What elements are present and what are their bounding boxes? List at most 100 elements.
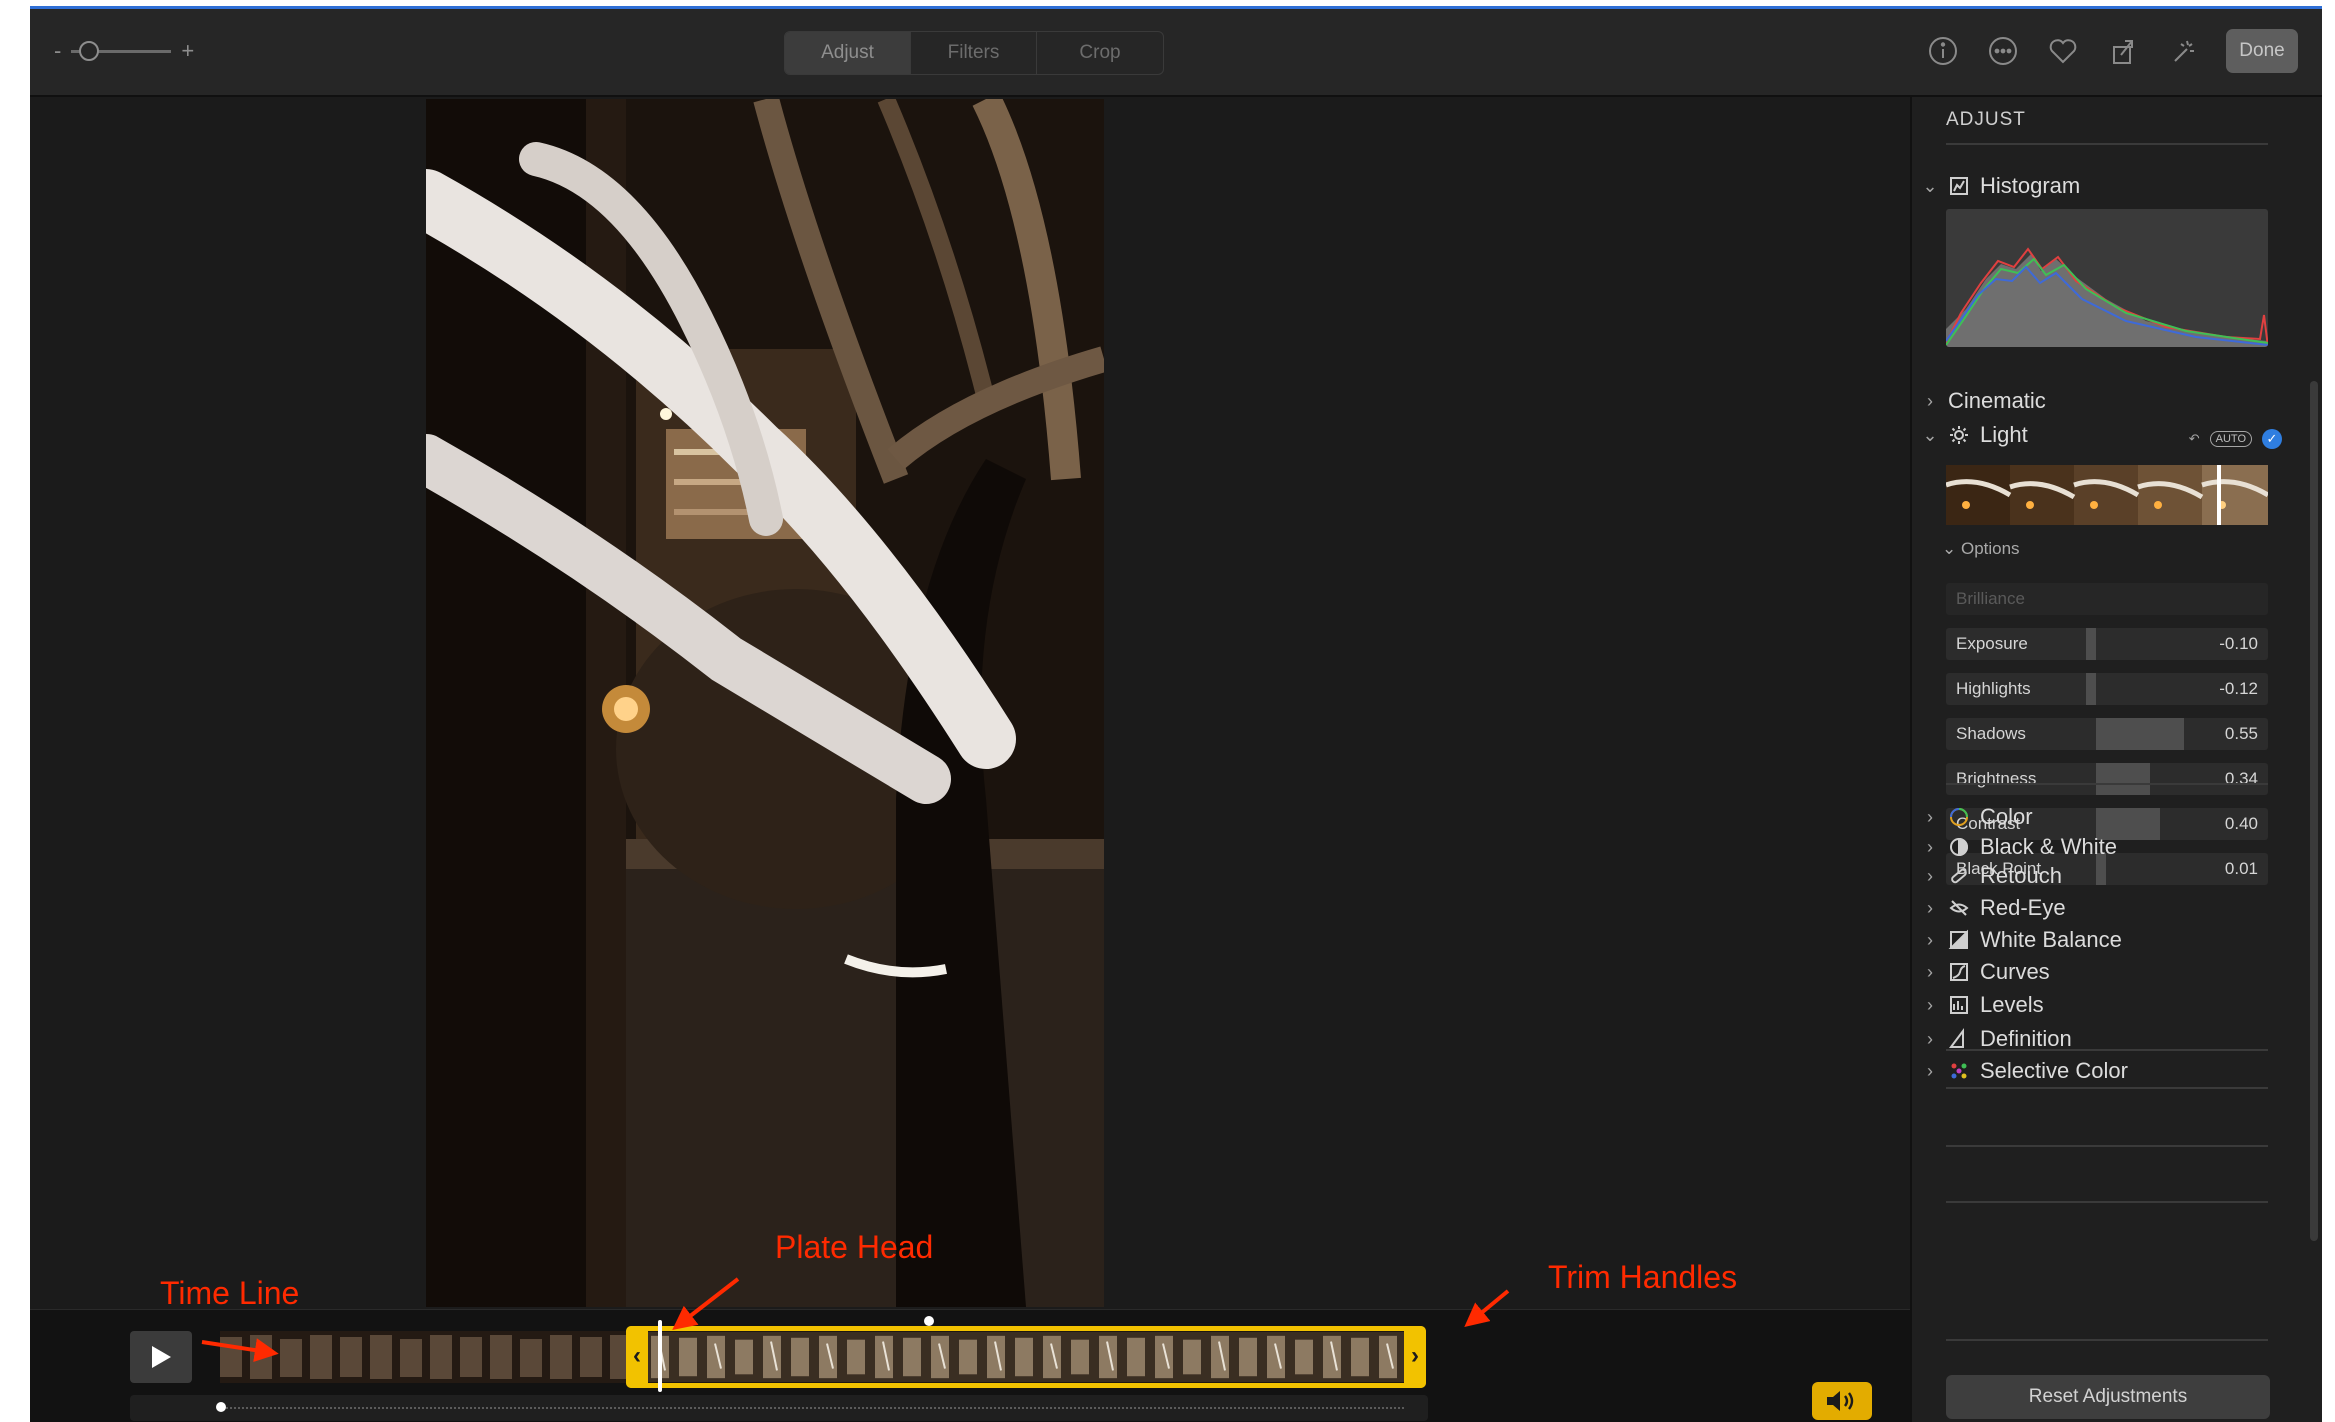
slider-exposure[interactable]: Exposure -0.10 <box>1946 628 2268 660</box>
slider-value: -0.10 <box>2219 634 2258 653</box>
trim-selection[interactable]: ‹ › <box>626 1326 1426 1388</box>
black-white-icon <box>1948 836 1970 858</box>
curves-icon <box>1948 961 1970 983</box>
chevron-right-icon: › <box>1927 836 1933 857</box>
definition-icon <box>1948 1028 1970 1050</box>
zoom-slider[interactable]: - + <box>54 35 194 67</box>
more-icon[interactable] <box>1986 34 2020 68</box>
play-icon <box>152 1346 171 1368</box>
chevron-right-icon: › <box>1927 390 1933 411</box>
tab-filters[interactable]: Filters <box>911 32 1037 74</box>
position-marker <box>924 1316 934 1326</box>
divider <box>1946 1201 2268 1203</box>
section-red-eye[interactable]: › Red-Eye <box>1922 892 2066 924</box>
section-histogram[interactable]: ⌄ Histogram <box>1922 170 2080 202</box>
share-icon[interactable] <box>2106 34 2140 68</box>
section-label: Selective Color <box>1980 1058 2128 1083</box>
zoom-out-label: - <box>54 38 62 63</box>
slider-value: -0.12 <box>2219 679 2258 698</box>
slider-brightness[interactable]: Brightness 0.34 <box>1946 763 2268 795</box>
chevron-down-icon: ⌄ <box>1922 424 1938 445</box>
undo-icon[interactable]: ↶ <box>2189 431 2200 447</box>
section-cinematic[interactable]: › Cinematic <box>1922 385 2046 417</box>
volume-button[interactable] <box>1812 1382 1872 1420</box>
section-white-balance[interactable]: › White Balance <box>1922 924 2122 956</box>
playhead[interactable] <box>658 1320 662 1392</box>
slider-fill <box>2086 628 2096 660</box>
red-eye-icon <box>1948 897 1970 919</box>
chevron-right-icon: › <box>1927 1028 1933 1049</box>
slider-label: Brilliance <box>1956 589 2025 608</box>
divider <box>1946 143 2268 145</box>
options-toggle[interactable]: ⌄ Options <box>1942 539 2020 559</box>
slider-shadows[interactable]: Shadows 0.55 <box>1946 718 2268 750</box>
favorite-icon[interactable] <box>2046 34 2080 68</box>
chevron-right-icon: › <box>1927 961 1933 982</box>
speaker-icon <box>1827 1391 1854 1411</box>
slider-label: Shadows <box>1956 724 2026 743</box>
adjust-sidebar: ADJUST ⌄ Histogram › Cinematic ⌄ Light ↶ <box>1910 97 2322 1422</box>
auto-button[interactable]: AUTO <box>2209 431 2252 447</box>
white-balance-icon <box>1948 929 1970 951</box>
play-button[interactable] <box>130 1331 192 1383</box>
section-label: Light <box>1980 422 2028 447</box>
chevron-down-icon: ⌄ <box>1922 175 1938 196</box>
trim-handle-end[interactable]: › <box>1404 1326 1426 1388</box>
divider <box>1946 1145 2268 1147</box>
zoom-knob[interactable] <box>79 40 100 61</box>
slider-label: Exposure <box>1956 634 2028 653</box>
slider-brilliance[interactable]: Brilliance <box>1946 583 2268 615</box>
info-icon[interactable] <box>1926 34 1960 68</box>
magic-wand-icon[interactable] <box>2166 34 2200 68</box>
trim-handle-start[interactable]: ‹ <box>626 1326 648 1388</box>
divider <box>1946 1049 2268 1051</box>
slider-label: Brightness <box>1956 769 2037 788</box>
levels-icon <box>1948 994 1970 1016</box>
section-selective-color[interactable]: › Selective Color <box>1922 1055 2128 1087</box>
photos-edit-window: - + Adjust Filters Crop Done ‹ › Time Li… <box>30 6 2322 1422</box>
bandage-icon <box>1948 865 1970 887</box>
sidebar-scrollbar[interactable] <box>2310 381 2318 1241</box>
video-preview[interactable] <box>426 99 1104 1307</box>
photo-viewer <box>30 97 1910 1309</box>
color-wheel-icon <box>1948 806 1970 828</box>
section-label: Black & White <box>1980 834 2117 859</box>
trim-filmstrip <box>645 1332 1407 1382</box>
slider-value: 0.40 <box>2224 814 2258 833</box>
chevron-right-icon: › <box>1927 897 1933 918</box>
checkmark-icon[interactable]: ✓ <box>2262 429 2282 449</box>
light-thumbnail-strip[interactable] <box>1946 465 2268 525</box>
trim-handles-callout: Trim Handles <box>1548 1259 1738 1295</box>
section-levels[interactable]: › Levels <box>1922 989 2044 1021</box>
slider-highlights[interactable]: Highlights -0.12 <box>1946 673 2268 705</box>
tab-adjust[interactable]: Adjust <box>785 32 911 74</box>
timeline-callout: Time Line <box>160 1275 300 1311</box>
zoom-in-label: + <box>181 38 195 63</box>
chevron-right-icon: › <box>1927 806 1933 827</box>
reset-adjustments-button[interactable]: Reset Adjustments <box>1946 1375 2270 1419</box>
section-color[interactable]: › Color <box>1922 801 2033 833</box>
slider-value: 0.55 <box>2224 724 2258 743</box>
section-retouch[interactable]: › Retouch <box>1922 860 2062 892</box>
scrub-knob[interactable] <box>216 1402 226 1412</box>
scrub-track[interactable] <box>130 1395 1428 1421</box>
divider <box>1946 1087 2268 1089</box>
slider-label: Highlights <box>1956 679 2031 698</box>
chevron-right-icon: › <box>1927 865 1933 886</box>
edit-mode-tabs: Adjust Filters Crop <box>784 31 1164 75</box>
tab-crop[interactable]: Crop <box>1037 32 1163 74</box>
playhead-callout: Plate Head <box>775 1229 934 1265</box>
section-label: Color <box>1980 804 2033 829</box>
slider-fill <box>2096 718 2184 750</box>
slider-value: 0.34 <box>2224 769 2258 788</box>
slider-value: 0.01 <box>2224 859 2258 878</box>
divider <box>1946 783 2268 785</box>
slider-fill <box>2086 673 2096 705</box>
done-button[interactable]: Done <box>2226 29 2298 73</box>
zoom-track[interactable] <box>71 40 172 61</box>
section-curves[interactable]: › Curves <box>1922 956 2050 988</box>
timeline-filmstrip[interactable] <box>220 1331 626 1383</box>
section-light[interactable]: ⌄ Light <box>1922 419 2028 451</box>
section-black-white[interactable]: › Black & White <box>1922 831 2117 863</box>
video-timeline-bar: ‹ › <box>30 1309 1910 1422</box>
